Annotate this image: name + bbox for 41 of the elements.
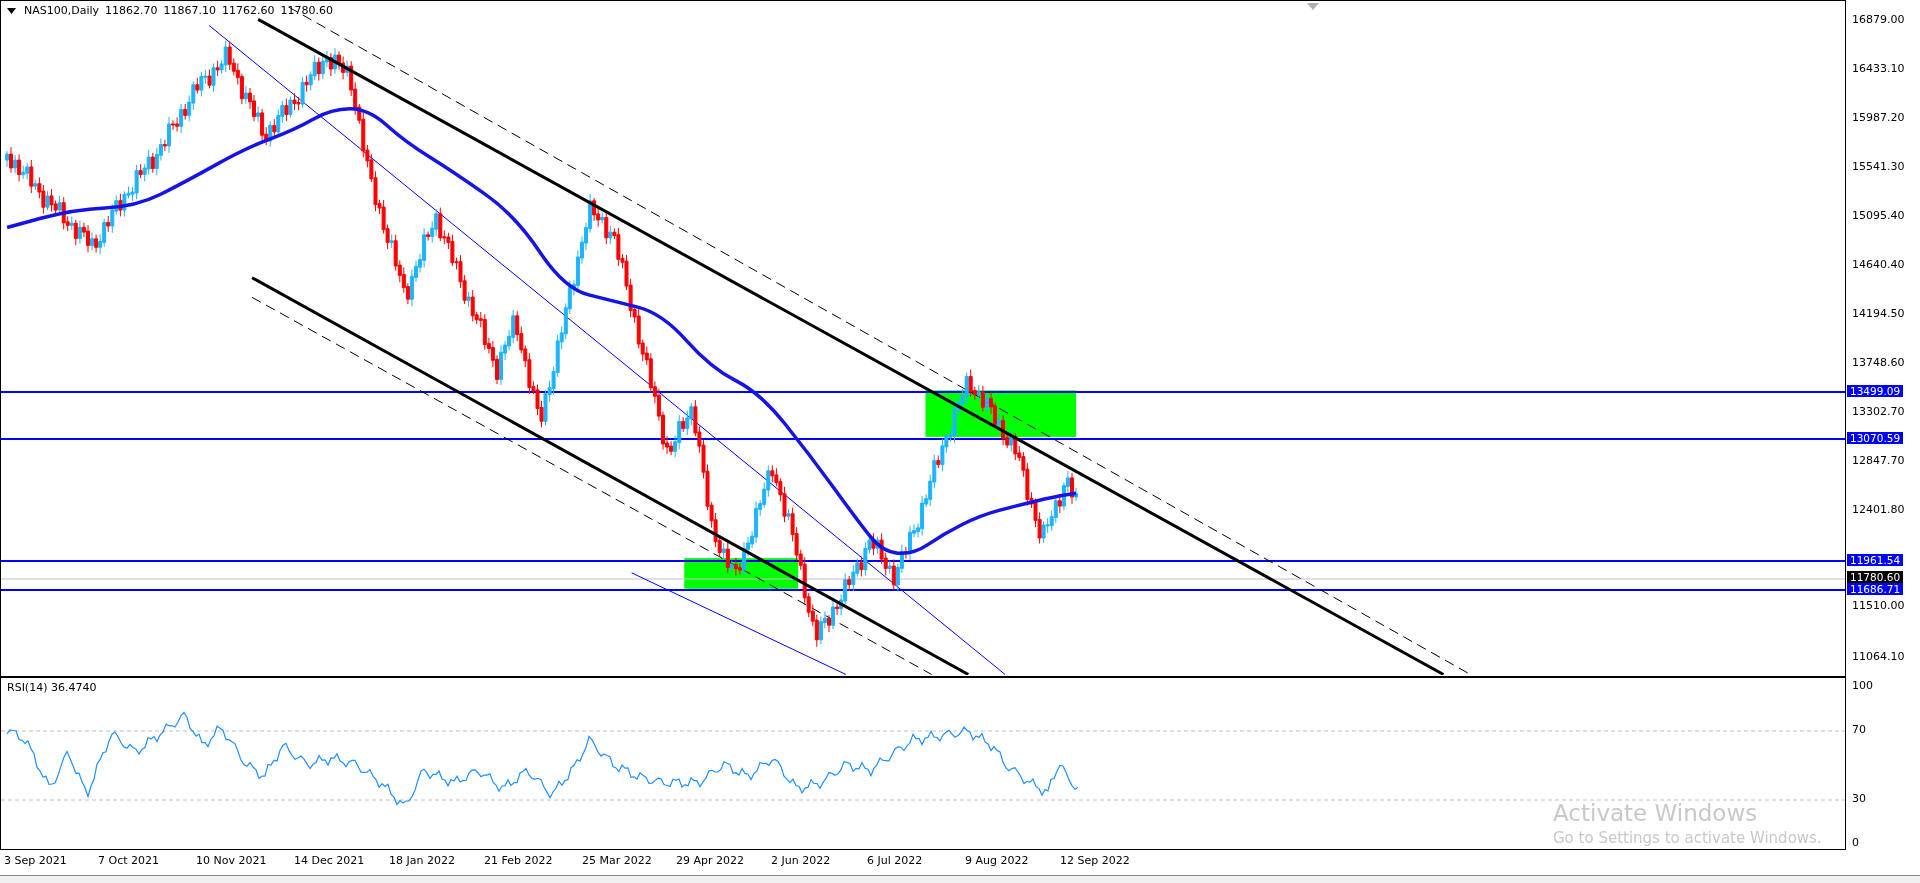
ohlc-value: 11780.60 (280, 4, 334, 17)
time-axis-label: 14 Dec 2021 (294, 854, 365, 868)
price-axis-label: 12847.70 (1852, 454, 1905, 468)
price-axis-label: 13748.60 (1852, 356, 1905, 370)
time-axis-label: 3 Sep 2021 (4, 854, 67, 868)
ohlc-value: 11762.60 (222, 4, 275, 17)
time-axis-label: 9 Aug 2022 (965, 854, 1029, 868)
price-axis-label: 15095.40 (1852, 209, 1905, 223)
price-axis-label: 16879.00 (1852, 13, 1905, 27)
time-axis-label: 12 Sep 2022 (1060, 854, 1130, 868)
price-axis-label: 12401.80 (1852, 503, 1905, 517)
time-axis-label: 29 Apr 2022 (676, 854, 744, 868)
time-axis-label: 2 Jun 2022 (771, 854, 831, 868)
price-axis-label: 16433.10 (1852, 62, 1905, 76)
price-axis-label: 13302.70 (1852, 405, 1905, 419)
ohlc-value: 11867.10 (163, 4, 217, 17)
symbol-label: NAS100,Daily (24, 4, 100, 17)
price-axis-label: 15541.30 (1852, 160, 1905, 174)
rsi-axis-label: 30 (1852, 792, 1866, 807)
time-axis-label: 7 Oct 2021 (98, 854, 159, 868)
time-axis-label: 18 Jan 2022 (389, 854, 455, 868)
price-axis-label: 11064.10 (1852, 650, 1905, 664)
time-axis-label: 6 Jul 2022 (867, 854, 923, 868)
rsi-axis-label: 0 (1852, 836, 1859, 851)
price-axis-label: 14640.40 (1852, 258, 1905, 272)
price-axis-label: 11510.00 (1852, 599, 1905, 613)
price-axis-label: 15987.20 (1852, 111, 1905, 125)
level-price-tag: 13499.09 (1847, 385, 1904, 397)
level-price-tag: 11961.54 (1847, 554, 1904, 566)
dropdown-icon[interactable] (7, 7, 16, 14)
rsi-axis-label: 70 (1852, 723, 1866, 738)
time-axis-label: 21 Feb 2022 (484, 854, 553, 868)
ohlc-value: 11862.70 (105, 4, 158, 17)
price-axis-label: 14194.50 (1852, 307, 1905, 321)
time-axis-label: 10 Nov 2021 (196, 854, 267, 868)
level-price-tag: 13070.59 (1847, 432, 1904, 444)
level-price-tag: 11686.71 (1847, 583, 1904, 595)
current-price-tag: 11780.60 (1847, 571, 1904, 583)
time-axis-label: 25 Mar 2022 (582, 854, 652, 868)
rsi-label: RSI(14) 36.4740 (7, 681, 97, 695)
rsi-axis-label: 100 (1852, 679, 1873, 694)
